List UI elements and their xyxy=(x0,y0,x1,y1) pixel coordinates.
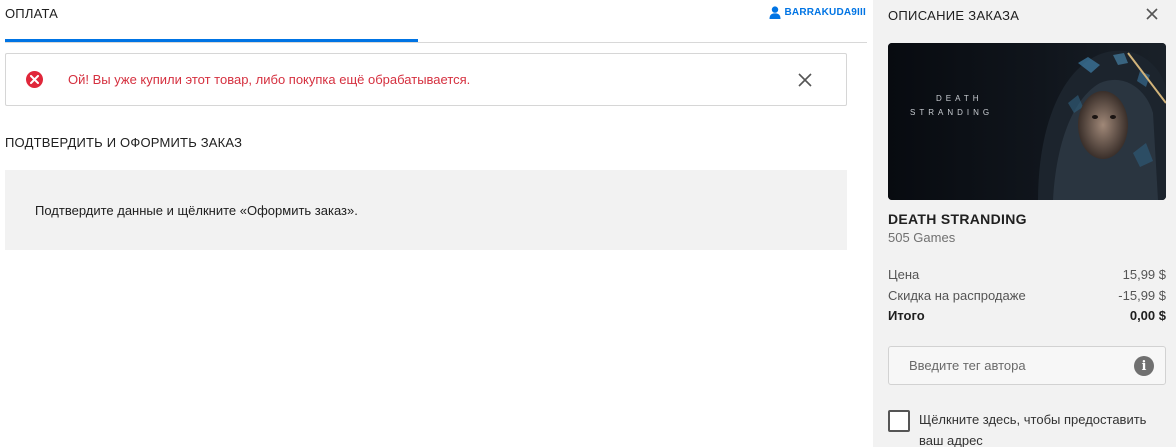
user-icon xyxy=(769,6,781,19)
publisher: 505 Games xyxy=(888,230,956,245)
close-icon[interactable] xyxy=(1144,6,1160,22)
info-icon[interactable]: i xyxy=(1134,356,1154,376)
tab-payment[interactable]: ОПЛАТА xyxy=(5,6,58,21)
price-label: Цена xyxy=(888,267,920,282)
hero-logo-line1: DEATH xyxy=(936,94,983,103)
confirm-instruction: Подтвердите данные и щёлкните «Оформить … xyxy=(35,203,358,218)
order-summary-panel: ОПИСАНИЕ ЗАКАЗА DEATH STRANDING DEATH ST… xyxy=(873,0,1176,447)
error-message: Ой! Вы уже купили этот товар, либо покуп… xyxy=(68,72,471,87)
game-hero-image: DEATH STRANDING xyxy=(888,43,1166,200)
discount-label: Скидка на распродаже xyxy=(888,288,1026,303)
total-row: Итого 0,00 $ xyxy=(888,308,1166,323)
total-value: 0,00 $ xyxy=(1129,308,1166,323)
checkout-panel: ОПЛАТА BARRAKUDA9III Ой! Вы уже купили э… xyxy=(0,0,872,447)
discount-row: Скидка на распродаже -15,99 $ xyxy=(888,288,1166,303)
price-value: 15,99 $ xyxy=(1122,267,1166,282)
hero-logo-line2: STRANDING xyxy=(910,108,993,117)
order-summary-title: ОПИСАНИЕ ЗАКАЗА xyxy=(888,8,1020,23)
tab-divider xyxy=(5,42,867,43)
game-title: DEATH STRANDING xyxy=(888,211,1027,227)
error-alert: Ой! Вы уже купили этот товар, либо покуп… xyxy=(5,53,847,106)
error-icon xyxy=(26,71,43,88)
confirm-section-title: ПОДТВЕРДИТЬ И ОФОРМИТЬ ЗАКАЗ xyxy=(5,135,243,150)
creator-tag-field: i xyxy=(888,346,1166,385)
close-icon[interactable] xyxy=(797,72,813,88)
confirm-box: Подтвердите данные и щёлкните «Оформить … xyxy=(5,170,847,250)
discount-value: -15,99 $ xyxy=(1118,288,1166,303)
user-account[interactable]: BARRAKUDA9III xyxy=(769,6,867,19)
tab-active-indicator xyxy=(5,39,418,42)
address-checkbox[interactable] xyxy=(888,410,910,432)
price-row: Цена 15,99 $ xyxy=(888,267,1166,282)
creator-tag-input[interactable] xyxy=(889,347,1129,384)
username: BARRAKUDA9III xyxy=(784,7,866,18)
address-checkbox-label[interactable]: Щёлкните здесь, чтобы предоставить ваш а… xyxy=(919,409,1159,447)
total-label: Итого xyxy=(888,308,925,323)
